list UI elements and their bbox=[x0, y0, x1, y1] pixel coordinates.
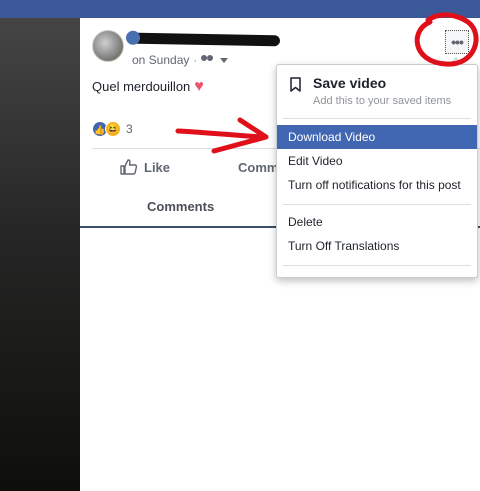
save-video-title: Save video bbox=[313, 75, 387, 91]
menu-divider bbox=[283, 204, 471, 205]
privacy-chevron-down-icon[interactable] bbox=[220, 57, 229, 63]
tab-comments[interactable]: Comments bbox=[147, 199, 214, 214]
post-options-menu: Save video Add this to your saved items … bbox=[276, 57, 478, 278]
like-icon bbox=[120, 159, 138, 175]
post-body: Quel merdouillon bbox=[92, 79, 191, 94]
avatar[interactable] bbox=[92, 30, 124, 62]
haha-icon: 😆 bbox=[105, 121, 121, 137]
like-label: Like bbox=[144, 159, 171, 175]
heart-icon: ♥ bbox=[194, 77, 204, 95]
menu-divider bbox=[283, 118, 471, 119]
save-video-subtitle: Add this to your saved items bbox=[313, 95, 452, 107]
comment-label: Comment bbox=[238, 159, 276, 175]
reaction-summary[interactable]: 👍 😆 3 bbox=[92, 121, 133, 137]
meta-separator: · bbox=[193, 53, 198, 67]
turn-off-translations-item[interactable]: Turn Off Translations bbox=[277, 234, 477, 258]
post-text: Quel merdouillon ♥ bbox=[92, 77, 204, 95]
edit-video-item[interactable]: Edit Video bbox=[277, 149, 477, 173]
video-backdrop bbox=[0, 18, 80, 491]
turn-off-notifications-item[interactable]: Turn off notifications for this post bbox=[277, 173, 477, 197]
post-meta: on Sunday · bbox=[132, 53, 229, 67]
friends-icon[interactable] bbox=[201, 55, 215, 65]
like-button[interactable]: Like bbox=[120, 159, 170, 175]
bookmark-icon bbox=[290, 77, 301, 92]
download-video-item[interactable]: Download Video bbox=[277, 125, 477, 149]
delete-item[interactable]: Delete bbox=[277, 210, 477, 234]
more-icon: ••• bbox=[451, 34, 464, 50]
redacted-author-name bbox=[131, 32, 281, 47]
save-video-item[interactable]: Save video Add this to your saved items bbox=[277, 71, 477, 113]
post-time[interactable]: on Sunday bbox=[132, 53, 189, 67]
reaction-count: 3 bbox=[126, 122, 133, 136]
top-bar bbox=[0, 0, 480, 18]
more-options-button[interactable]: ••• bbox=[445, 30, 469, 54]
comment-button[interactable]: Comment bbox=[232, 159, 276, 175]
menu-divider bbox=[283, 265, 471, 266]
